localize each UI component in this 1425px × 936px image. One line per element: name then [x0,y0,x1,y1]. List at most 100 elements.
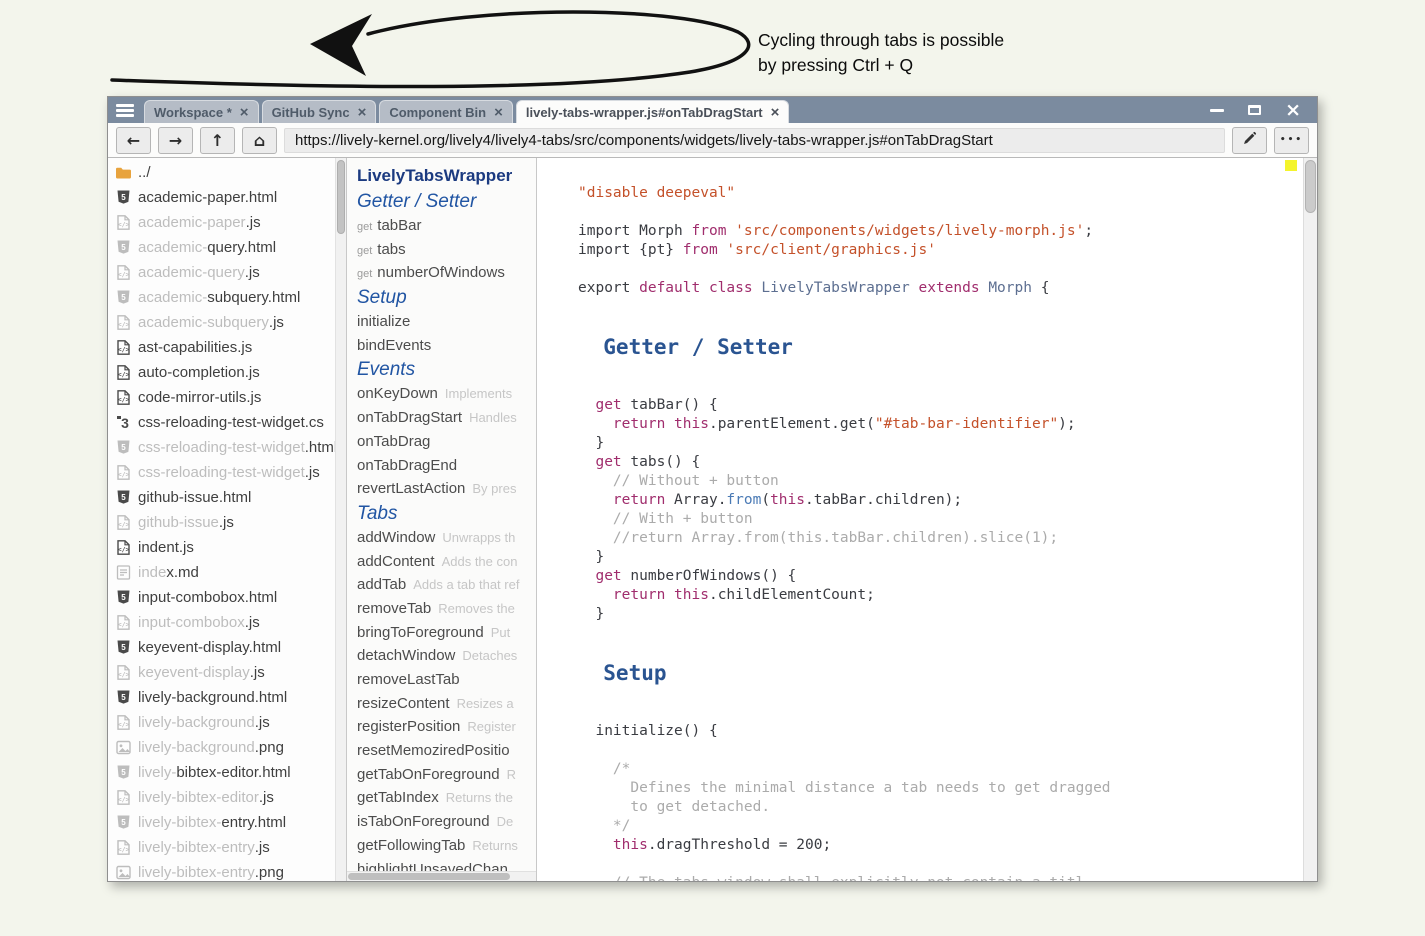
tab-active[interactable]: lively-tabs-wrapper.js#onTabDragStart× [516,100,789,123]
outline-method[interactable]: addTabAdds a tab that ref [357,573,536,597]
outline-class-title[interactable]: LivelyTabsWrapper [357,162,536,189]
up-button[interactable]: ↑ [200,127,235,154]
ellipsis-icon: ••• [1280,135,1303,145]
tab-close-icon[interactable]: × [494,105,503,120]
file-row[interactable]: </>academic-paper.js [108,210,346,235]
tab-close-icon[interactable]: × [358,105,367,120]
outline-method[interactable]: isTabOnForegroundDe [357,810,536,834]
outline-method[interactable]: getTabIndexReturns the [357,786,536,810]
file-row[interactable]: lively-bibtex-entry.png [108,860,346,881]
outline-hscrollbar[interactable] [347,871,536,881]
code-token [578,530,613,546]
outline-method[interactable]: addContentAdds the con [357,550,536,574]
outline-method[interactable]: detachWindowDetaches [357,644,536,668]
outline-method[interactable]: getnumberOfWindows [357,261,536,285]
forward-button[interactable]: → [158,127,193,154]
svg-text:</>: </> [118,795,130,803]
file-row[interactable]: index.md [108,560,346,585]
outline-method[interactable]: onTabDragEnd [357,454,536,478]
file-row[interactable]: 5academic-query.html [108,235,346,260]
file-row[interactable]: 5lively-background.html [108,685,346,710]
file-row[interactable]: </>keyevent-display.js [108,660,346,685]
minimize-button[interactable] [1210,109,1224,112]
outline-method[interactable]: resetMemoziredPositio [357,739,536,763]
outline-method[interactable]: addWindowUnwrapps th [357,526,536,550]
url-input[interactable] [284,128,1225,153]
outline-method[interactable]: getFollowingTabReturns [357,834,536,858]
outline-method[interactable]: bringToForegroundPut [357,621,536,645]
home-button[interactable]: ⌂ [242,127,277,154]
file-row[interactable]: </>auto-completion.js [108,360,346,385]
file-row[interactable]: 5lively-bibtex-editor.html [108,760,346,785]
tab[interactable]: Component Bin× [379,100,513,123]
file-row[interactable]: ../ [108,160,346,185]
back-button[interactable]: ← [116,127,151,154]
file-row[interactable]: </>code-mirror-utils.js [108,385,346,410]
tab[interactable]: GitHub Sync× [262,100,377,123]
tab-close-icon[interactable]: × [240,105,249,120]
file-row[interactable]: </>lively-bibtex-editor.js [108,785,346,810]
outline-method[interactable]: gettabs [357,238,536,262]
file-row[interactable]: lively-background.png [108,735,346,760]
svg-text:</>: </> [118,720,130,728]
close-window-button[interactable]: × [1285,103,1301,117]
file-row[interactable]: 5lively-bibtex-entry.html [108,810,346,835]
code-token: this [613,837,648,853]
file-row[interactable]: </>academic-query.js [108,260,346,285]
code-editor[interactable]: "disable deepeval"import Morph from 'src… [537,158,1317,881]
svg-text:5: 5 [121,443,126,452]
file-row[interactable]: 5academic-paper.html [108,185,346,210]
outline-method[interactable]: registerPositionRegister [357,715,536,739]
outline-section[interactable]: Getter / Setter [357,189,536,214]
outline-method[interactable]: removeLastTab [357,668,536,692]
outline-section[interactable]: Events [357,357,536,382]
file-name: .js [219,514,234,531]
code-scrollbar[interactable] [1303,158,1317,881]
hamburger-menu-icon[interactable] [116,104,134,117]
outline-method[interactable]: resizeContentResizes a [357,692,536,716]
outline-section[interactable]: Tabs [357,501,536,526]
code-line: } [578,434,1297,453]
file-row[interactable]: </>lively-bibtex-entry.js [108,835,346,860]
file-row[interactable]: </>input-combobox.js [108,610,346,635]
code-line: get numberOfWindows() { [578,567,1297,586]
outline-hscrollbar-thumb[interactable] [348,873,510,880]
file-name: .js [259,789,274,806]
code-token: } [578,549,604,565]
outline-method[interactable]: initialize [357,310,536,334]
outline-method[interactable]: gettabBar [357,214,536,238]
file-row[interactable]: </>lively-background.js [108,710,346,735]
outline-method[interactable]: bindEvents [357,334,536,358]
file-list-scrollbar-thumb[interactable] [337,160,345,234]
outline-method[interactable]: onTabDragStartHandles [357,406,536,430]
file-row[interactable]: </>github-issue.js [108,510,346,535]
edit-button[interactable] [1232,127,1267,154]
svg-text:5: 5 [121,643,126,652]
code-scrollbar-thumb[interactable] [1305,160,1316,213]
tab-close-icon[interactable]: × [771,105,780,120]
page: { "annotation": { "line1": "Cycling thro… [0,0,1425,936]
outline-method[interactable]: onTabDrag [357,430,536,454]
more-options-button[interactable]: ••• [1274,127,1309,154]
file-row[interactable]: </>academic-subquery.js [108,310,346,335]
tab[interactable]: Workspace *× [144,100,259,123]
code-token: // The tabs window shall explicitly not … [613,875,1084,881]
maximize-button[interactable] [1248,105,1261,115]
code-token: /* [613,761,630,777]
file-row[interactable]: 5css-reloading-test-widget.html [108,435,346,460]
file-row[interactable]: 5github-issue.html [108,485,346,510]
outline-method[interactable]: revertLastActionBy pres [357,477,536,501]
outline-method[interactable]: getTabOnForegroundR [357,763,536,787]
file-row[interactable]: 3css-reloading-test-widget.cs [108,410,346,435]
outline-method[interactable]: onKeyDownImplements [357,382,536,406]
file-row[interactable]: 5input-combobox.html [108,585,346,610]
file-row[interactable]: 5academic-subquery.html [108,285,346,310]
file-row[interactable]: </>indent.js [108,535,346,560]
outline-section[interactable]: Setup [357,285,536,310]
file-row[interactable]: </>css-reloading-test-widget.js [108,460,346,485]
outline-method[interactable]: removeTabRemoves the [357,597,536,621]
file-list-scrollbar[interactable] [335,158,346,881]
file-row[interactable]: </>ast-capabilities.js [108,335,346,360]
code-token [578,454,595,470]
file-row[interactable]: 5keyevent-display.html [108,635,346,660]
